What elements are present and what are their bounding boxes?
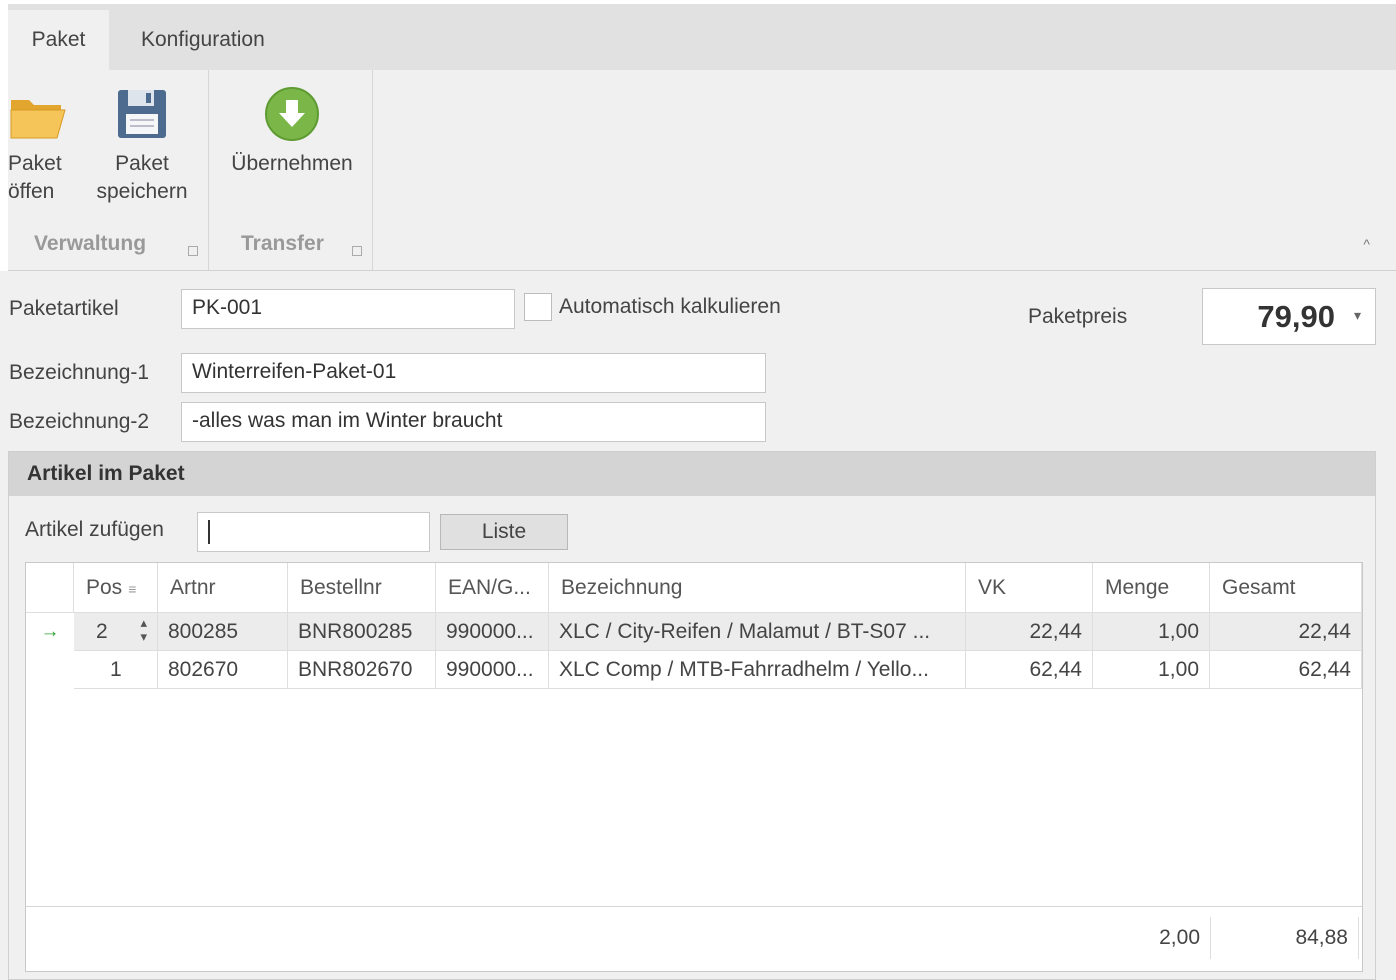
total-gesamt: 84,88 xyxy=(1295,926,1348,949)
spin-updown-icon[interactable]: ▴ ▾ xyxy=(140,616,147,644)
bez2-field[interactable]: -alles was man im Winter braucht xyxy=(181,402,766,442)
cell-menge: 1,00 xyxy=(1093,613,1210,651)
grid-indicator-header xyxy=(26,563,74,613)
group-label-verwaltung: Verwaltung xyxy=(34,232,147,255)
open-package-button[interactable]: Paket öffen xyxy=(8,84,70,206)
save-package-label: Paket speichern xyxy=(96,152,188,203)
col-header-artnr[interactable]: Artnr xyxy=(158,563,288,613)
cell-gesamt: 62,44 xyxy=(1210,651,1362,689)
chevron-down-icon[interactable]: ▾ xyxy=(1354,307,1361,324)
paketartikel-field[interactable]: PK-001 xyxy=(181,289,515,329)
apply-label: Übernehmen xyxy=(231,152,353,175)
col-header-pos[interactable]: Pos ≡ xyxy=(74,563,158,613)
cell-ean: 990000... xyxy=(436,651,549,689)
collapse-ribbon-icon[interactable]: ^ xyxy=(1363,236,1370,252)
cell-pos-value: 2 xyxy=(96,620,108,643)
cell-menge: 1,00 xyxy=(1093,651,1210,689)
save-package-button[interactable]: Paket speichern xyxy=(92,84,192,206)
table-row[interactable]: 1 802670 BNR802670 990000... XLC Comp / … xyxy=(26,651,1362,689)
tab-konfiguration[interactable]: Konfiguration xyxy=(141,10,265,70)
folder-open-icon xyxy=(8,84,70,150)
green-download-arrow-icon xyxy=(222,84,362,150)
bez2-label: Bezeichnung-2 xyxy=(9,410,150,433)
footer-separator xyxy=(1358,917,1359,959)
liste-button[interactable]: Liste xyxy=(440,514,568,550)
cell-pos: 1 xyxy=(74,651,158,689)
cell-bezeichnung: XLC / City-Reifen / Malamut / BT-S07 ... xyxy=(549,613,966,651)
paketpreis-label: Paketpreis xyxy=(1028,305,1128,328)
col-header-pos-label: Pos xyxy=(86,576,123,599)
add-article-input[interactable] xyxy=(197,512,430,552)
cell-bestellnr: BNR802670 xyxy=(288,651,436,689)
floppy-disk-icon xyxy=(92,84,192,150)
cell-ean: 990000... xyxy=(436,613,549,651)
cell-vk: 22,44 xyxy=(966,613,1093,651)
ribbon-tabbar: Paket Konfiguration xyxy=(8,4,1396,70)
bez1-field[interactable]: Winterreifen-Paket-01 xyxy=(181,353,766,393)
paketpreis-value: 79,90 xyxy=(1257,299,1335,334)
col-header-vk[interactable]: VK xyxy=(966,563,1093,613)
col-header-ean[interactable]: EAN/G... xyxy=(436,563,549,613)
auto-calc-checkbox[interactable] xyxy=(524,293,552,321)
col-header-bezeichnung[interactable]: Bezeichnung xyxy=(549,563,966,613)
total-menge: 2,00 xyxy=(1159,926,1200,949)
cell-artnr: 800285 xyxy=(158,613,288,651)
tab-paket[interactable]: Paket xyxy=(8,10,109,70)
ribbon-panel: Paket öffen Paket speichern Verwaltung Ü… xyxy=(8,70,1396,271)
group-separator xyxy=(208,70,209,270)
articles-panel: Artikel im Paket Artikel zufügen Liste P… xyxy=(8,451,1376,980)
apply-button[interactable]: Übernehmen xyxy=(222,84,362,178)
col-header-gesamt[interactable]: Gesamt xyxy=(1210,563,1362,613)
cell-pos[interactable]: 2 ▴ ▾ xyxy=(74,613,158,651)
grid-footer: 2,00 84,88 xyxy=(26,906,1362,972)
auto-calc-label: Automatisch kalkulieren xyxy=(559,295,781,318)
cell-bestellnr: BNR800285 xyxy=(288,613,436,651)
paketpreis-field[interactable]: 79,90 ▾ xyxy=(1202,288,1376,345)
bez1-label: Bezeichnung-1 xyxy=(9,361,150,384)
transfer-launcher-icon[interactable] xyxy=(352,246,362,256)
cell-vk: 62,44 xyxy=(966,651,1093,689)
col-header-menge[interactable]: Menge xyxy=(1093,563,1210,613)
open-package-label: Paket öffen xyxy=(8,152,62,203)
add-article-label: Artikel zufügen xyxy=(25,518,164,541)
verwaltung-launcher-icon[interactable] xyxy=(188,246,198,256)
package-form: Paketartikel PK-001 Automatisch kalkulie… xyxy=(0,271,1396,980)
text-caret xyxy=(208,520,210,544)
arrow-right-icon: → xyxy=(40,621,60,642)
paketartikel-label: Paketartikel xyxy=(9,297,119,320)
group-label-transfer: Transfer xyxy=(241,232,324,255)
cell-gesamt: 22,44 xyxy=(1210,613,1362,651)
articles-grid: Pos ≡ Artnr Bestellnr EAN/G... Bezeichnun… xyxy=(25,562,1363,972)
articles-panel-title: Artikel im Paket xyxy=(9,452,1375,496)
group-separator xyxy=(372,70,373,270)
col-header-bestellnr[interactable]: Bestellnr xyxy=(288,563,436,613)
table-row[interactable]: → 2 ▴ ▾ 800285 BNR800285 990000... XLC / … xyxy=(26,613,1362,651)
cell-bezeichnung: XLC Comp / MTB-Fahrradhelm / Yello... xyxy=(549,651,966,689)
sort-icon: ≡ xyxy=(128,581,137,597)
cell-artnr: 802670 xyxy=(158,651,288,689)
